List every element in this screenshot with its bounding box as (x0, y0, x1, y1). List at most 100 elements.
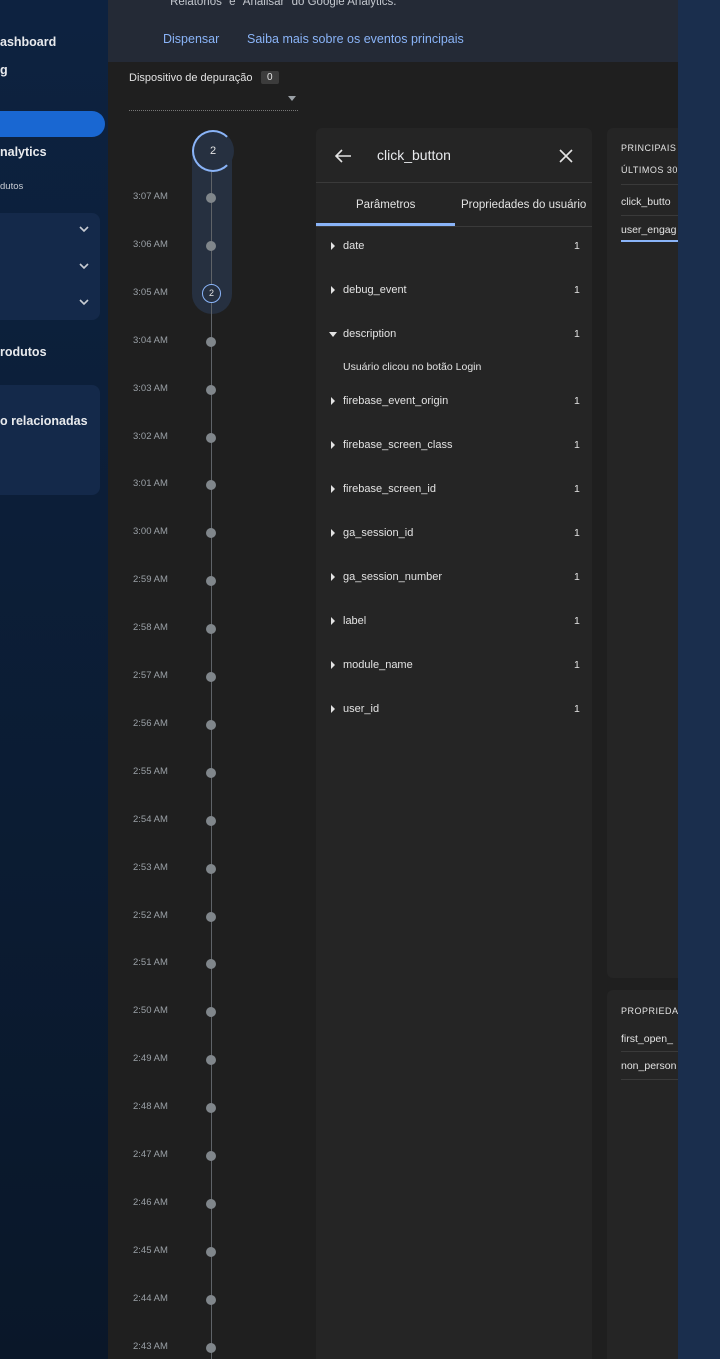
collapsed-arrow-icon[interactable] (331, 485, 335, 493)
sidebar-related-label[interactable]: o relacionadas (0, 414, 88, 428)
timeline-dot[interactable] (206, 193, 216, 203)
timeline-dot[interactable] (206, 959, 216, 970)
timeline-dot[interactable] (206, 624, 216, 635)
learn-more-link[interactable]: Saiba mais sobre os eventos principais (247, 32, 464, 46)
close-icon[interactable] (559, 149, 573, 163)
timeline-time-label: 2:44 AM (133, 1292, 168, 1304)
timeline-dot[interactable] (206, 240, 216, 251)
parameter-name: firebase_event_origin (343, 395, 449, 407)
chevron-down-icon[interactable] (78, 260, 90, 272)
timeline-dot[interactable] (206, 719, 216, 730)
parameter-row[interactable]: label 1 (316, 614, 592, 630)
collapsed-arrow-icon[interactable] (331, 617, 335, 625)
parameter-count: 1 (574, 439, 580, 451)
timeline-row: 3:04 AM (108, 335, 228, 349)
timeline-row: 2:46 AM (108, 1197, 228, 1211)
collapsed-arrow-icon[interactable] (331, 242, 335, 250)
timeline-time-label: 2:59 AM (133, 574, 168, 586)
timeline-dot[interactable] (206, 1103, 216, 1114)
timeline-time-label: 3:04 AM (133, 334, 168, 346)
timeline-row: 3:03 AM (108, 383, 228, 397)
parameter-row[interactable]: user_id 1 (316, 702, 592, 718)
collapsed-arrow-icon[interactable] (331, 661, 335, 669)
back-arrow-icon[interactable] (334, 148, 352, 164)
detail-tabs: Parâmetros Propriedades do usuário (316, 182, 592, 227)
timeline-time-label: 3:05 AM (133, 286, 168, 298)
timeline-dot[interactable] (206, 911, 216, 922)
timeline-minute-event-count[interactable]: 2 (202, 284, 221, 303)
timeline-dot[interactable] (206, 1294, 216, 1305)
expanded-arrow-icon[interactable] (329, 332, 337, 337)
sidebar-item-products-small[interactable]: dutos (0, 181, 23, 192)
dismiss-button[interactable]: Dispensar (163, 32, 219, 46)
tab-user-properties[interactable]: Propriedades do usuário (461, 199, 586, 211)
timeline-time-label: 2:50 AM (133, 1005, 168, 1017)
collapsed-arrow-icon[interactable] (331, 529, 335, 537)
top-event-item[interactable]: click_butto (621, 196, 671, 208)
user-property-item[interactable]: non_person (621, 1060, 676, 1072)
timeline-dot[interactable] (206, 767, 216, 778)
sidebar-item-active[interactable] (0, 111, 105, 137)
timeline-dot[interactable] (206, 432, 216, 443)
timeline-dot[interactable] (206, 1198, 216, 1209)
timeline-row: 2:54 AM (108, 814, 228, 828)
right-edge-panel (678, 0, 720, 1359)
timeline-row: 3:06 AM (108, 239, 228, 253)
chevron-down-icon[interactable] (78, 223, 90, 235)
parameter-row[interactable]: firebase_event_origin 1 (316, 394, 592, 410)
sidebar-item-analytics[interactable]: nalytics (0, 145, 47, 159)
sidebar-item-dashboard[interactable]: ashboard (0, 35, 56, 49)
parameter-count: 1 (574, 328, 580, 340)
timeline-dot[interactable] (206, 528, 216, 539)
timeline-dot[interactable] (206, 863, 216, 874)
collapsed-arrow-icon[interactable] (331, 705, 335, 713)
timeline-dot[interactable] (206, 815, 216, 826)
collapsed-arrow-icon[interactable] (331, 286, 335, 294)
top-events-subheading: ÚLTIMOS 30 (621, 165, 678, 175)
timeline-dot[interactable] (206, 1151, 216, 1161)
user-properties-card: PROPRIEDA first_open_ non_person (607, 990, 678, 1359)
tab-parameters[interactable]: Parâmetros (356, 199, 415, 211)
chevron-down-icon[interactable] (78, 296, 90, 308)
timeline-dot[interactable] (206, 336, 216, 347)
timeline-dot[interactable] (206, 1055, 216, 1066)
timeline-row: 2:56 AM (108, 718, 228, 732)
debug-device-select[interactable] (129, 92, 298, 111)
parameter-row[interactable]: firebase_screen_id 1 (316, 482, 592, 498)
parameter-row[interactable]: firebase_screen_class 1 (316, 438, 592, 454)
timeline-dot[interactable] (206, 672, 216, 682)
debugview-main: "Relatórios" e "Analisar" do Google Anal… (108, 0, 678, 1359)
parameter-name: ga_session_id (343, 527, 414, 539)
collapsed-arrow-icon[interactable] (331, 397, 335, 405)
timeline-dot[interactable] (206, 384, 216, 395)
timeline-dot[interactable] (206, 576, 216, 587)
timeline-dot[interactable] (206, 1007, 216, 1018)
user-property-item[interactable]: first_open_ (621, 1033, 673, 1045)
parameter-row[interactable]: description 1 (316, 327, 592, 343)
parameter-row[interactable]: ga_session_id 1 (316, 526, 592, 542)
timeline-dot[interactable] (206, 1246, 216, 1257)
active-tab-indicator (316, 223, 455, 226)
dropdown-caret-icon (288, 96, 296, 101)
timeline-time-label: 3:00 AM (133, 526, 168, 538)
sidebar-item-products[interactable]: rodutos (0, 345, 47, 359)
parameter-row[interactable]: ga_session_number 1 (316, 570, 592, 586)
timeline-time-label: 2:49 AM (133, 1053, 168, 1065)
parameter-count: 1 (574, 703, 580, 715)
top-event-item[interactable]: user_engag (621, 224, 676, 236)
parameter-name: debug_event (343, 284, 407, 296)
timeline-row: 3:07 AM (108, 191, 228, 205)
timeline-row: 2:45 AM (108, 1245, 228, 1259)
timeline-dot[interactable] (206, 480, 216, 491)
parameter-row[interactable]: module_name 1 (316, 658, 592, 674)
parameter-row[interactable]: date 1 (316, 239, 592, 255)
timeline-event-count-bubble[interactable]: 2 (192, 130, 234, 172)
timeline-dot[interactable] (206, 1342, 216, 1353)
collapsed-arrow-icon[interactable] (331, 573, 335, 581)
sidebar-item-secondary[interactable]: g (0, 63, 8, 77)
sidebar-collapsible-group (0, 213, 100, 320)
parameter-row[interactable]: debug_event 1 (316, 283, 592, 299)
timeline-row: 3:01 AM (108, 478, 228, 492)
collapsed-arrow-icon[interactable] (331, 441, 335, 449)
parameter-name: firebase_screen_id (343, 483, 436, 495)
